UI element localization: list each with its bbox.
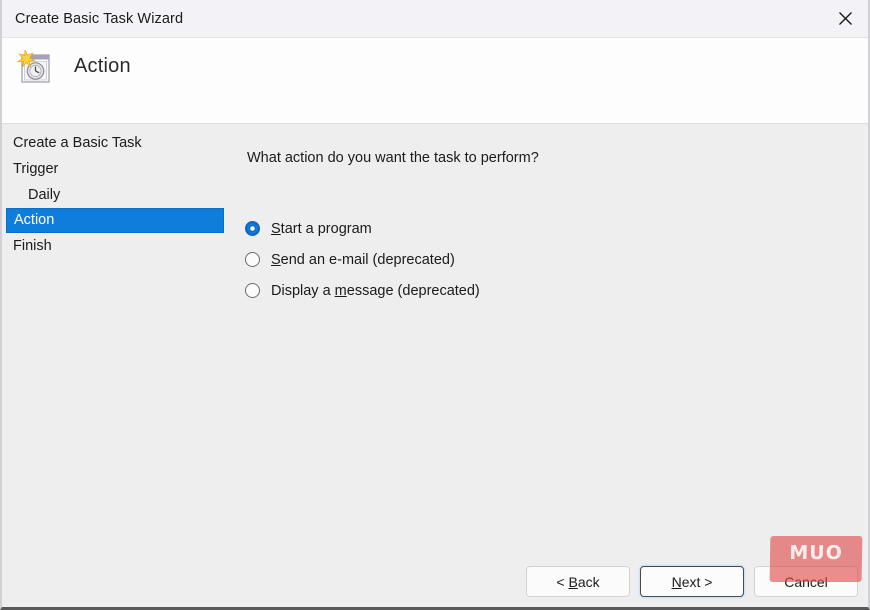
radio-option-label: Start a program bbox=[271, 221, 372, 237]
sidebar-step-label: Action bbox=[14, 212, 54, 228]
radio-button-icon[interactable] bbox=[245, 283, 260, 298]
back-button[interactable]: < Back bbox=[526, 566, 630, 597]
sidebar-step-daily[interactable]: Daily bbox=[2, 182, 230, 208]
radio-option-label: Display a message (deprecated) bbox=[271, 283, 480, 299]
wizard-body: Create a Basic Task Trigger Daily Action Fin… bbox=[2, 125, 868, 607]
title-bar: Create Basic Task Wizard bbox=[2, 0, 868, 38]
task-scheduler-calendar-clock-icon bbox=[14, 46, 58, 90]
wizard-header: Action bbox=[2, 38, 868, 124]
radio-option-send-an-e-mail-deprecated[interactable]: Send an e-mail (deprecated) bbox=[245, 244, 480, 275]
radio-option-label: Send an e-mail (deprecated) bbox=[271, 252, 455, 268]
create-basic-task-wizard-window: Create Basic Task Wizard Action bbox=[0, 0, 870, 610]
radio-option-display-a-message-deprecated[interactable]: Display a message (deprecated) bbox=[245, 275, 480, 306]
window-title: Create Basic Task Wizard bbox=[15, 11, 183, 27]
wizard-step-sidebar: Create a Basic Task Trigger Daily Action Fin… bbox=[2, 125, 230, 607]
wizard-footer: < Back Next > Cancel bbox=[526, 566, 858, 597]
wizard-main-pane: What action do you want the task to perf… bbox=[230, 125, 868, 607]
sidebar-step-finish[interactable]: Finish bbox=[2, 233, 230, 259]
page-title: Action bbox=[74, 55, 131, 78]
close-icon[interactable] bbox=[822, 0, 868, 37]
next-button[interactable]: Next > bbox=[640, 566, 744, 597]
next-button-label: Next > bbox=[672, 574, 713, 590]
action-radio-group: Start a program Send an e-mail (deprecate… bbox=[245, 213, 480, 306]
sidebar-step-create-a-basic-task[interactable]: Create a Basic Task bbox=[2, 130, 230, 156]
radio-option-start-a-program[interactable]: Start a program bbox=[245, 213, 480, 244]
cancel-button[interactable]: Cancel bbox=[754, 566, 858, 597]
sidebar-step-label: Trigger bbox=[13, 161, 58, 177]
radio-button-icon[interactable] bbox=[245, 252, 260, 267]
prompt-text: What action do you want the task to perf… bbox=[247, 150, 539, 166]
cancel-button-label: Cancel bbox=[784, 574, 828, 590]
sidebar-step-action[interactable]: Action bbox=[6, 208, 224, 233]
sidebar-step-label: Daily bbox=[28, 187, 60, 203]
radio-button-selected-icon[interactable] bbox=[245, 221, 260, 236]
back-button-label: < Back bbox=[556, 574, 599, 590]
sidebar-step-trigger[interactable]: Trigger bbox=[2, 156, 230, 182]
sidebar-step-label: Finish bbox=[13, 238, 52, 254]
sidebar-step-label: Create a Basic Task bbox=[13, 135, 142, 151]
